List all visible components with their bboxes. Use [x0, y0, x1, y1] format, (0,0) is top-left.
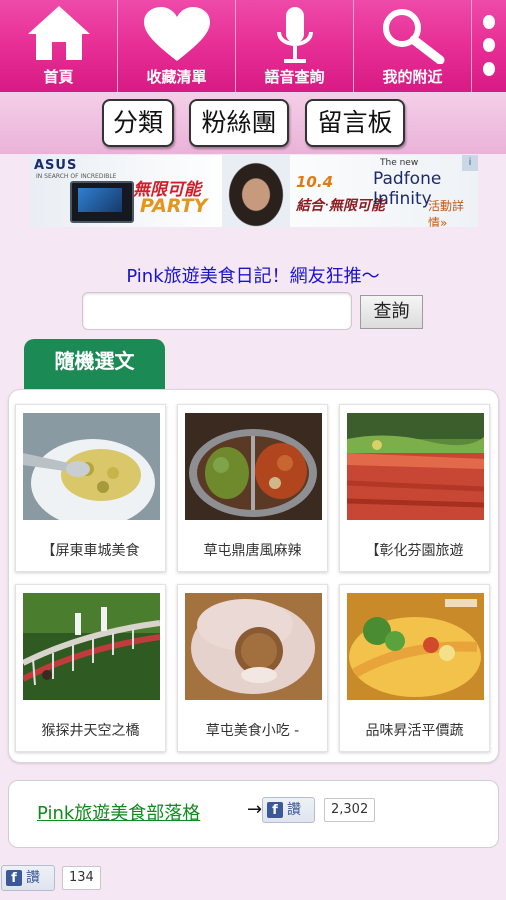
article-card[interactable]: 猴探井天空之橋 — [15, 584, 166, 752]
nav-favorites-label: 收藏清單 — [146, 68, 207, 86]
facebook-like-button[interactable]: f讚 — [262, 797, 315, 823]
nav-voice-search-label: 語音查詢 — [264, 68, 325, 86]
nav-voice-search[interactable]: 語音查詢 — [236, 0, 354, 92]
ad-brand: ASUS — [34, 158, 78, 173]
tab-category[interactable]: 分類 — [102, 99, 174, 147]
facebook-like-button-bottom[interactable]: f讚 — [1, 865, 55, 891]
ad-brand-sub: IN SEARCH OF INCREDIBLE — [36, 173, 117, 180]
nav-home[interactable]: 首頁 — [0, 0, 118, 92]
article-card[interactable]: 【屏東車城美食 — [15, 404, 166, 572]
ad-person-image — [222, 155, 290, 227]
search-icon — [383, 9, 445, 64]
ad-tablet-image — [70, 181, 134, 223]
nav-nearby-label: 我的附近 — [382, 68, 443, 86]
article-thumbnail — [23, 593, 160, 700]
article-thumbnail — [185, 413, 322, 520]
like-count-bottom: 134 — [62, 866, 101, 890]
article-card[interactable]: 草屯鼎唐風麻辣 — [177, 404, 328, 572]
ad-info-icon[interactable]: i — [462, 155, 478, 171]
blog-link[interactable]: Pink旅遊美食部落格 — [37, 799, 200, 825]
facebook-icon: f — [6, 870, 22, 886]
random-articles-tab[interactable]: 隨機選文 — [24, 339, 165, 389]
facebook-icon: f — [267, 802, 283, 818]
like-label: 讚 — [287, 802, 301, 818]
nav-home-label: 首頁 — [43, 68, 74, 86]
microphone-icon — [277, 7, 313, 63]
ad-tagline: 結合‧無限可能 — [296, 198, 385, 214]
tab-bar: 分類 粉絲團 留言板 — [0, 92, 506, 154]
search-input[interactable] — [82, 292, 352, 330]
random-articles-panel: 【屏東車城美食 草屯鼎唐風麻辣 【彰化芬園旅遊 猴探井天空之橋 草屯美食小吃 -… — [8, 389, 499, 763]
top-nav: 首頁 收藏清單 語音查詢 我的附近 — [0, 0, 506, 92]
article-title: 猴探井天空之橋 — [41, 723, 140, 739]
article-card[interactable]: 草屯美食小吃 - — [177, 584, 328, 752]
article-thumbnail — [347, 413, 484, 520]
article-thumbnail — [185, 593, 322, 700]
article-thumbnail — [23, 413, 160, 520]
heart-icon — [144, 7, 210, 61]
article-card[interactable]: 品味昇活平價蔬 — [339, 584, 490, 752]
nav-more-button[interactable] — [472, 0, 506, 92]
blog-footer: Pink旅遊美食部落格 → f讚 2,302 — [8, 780, 499, 848]
home-icon — [28, 6, 90, 60]
article-title: 草屯鼎唐風麻辣 — [203, 543, 302, 559]
site-tagline: Pink旅遊美食日記！網友狂推～ — [126, 266, 380, 287]
ad-party: PARTY — [140, 195, 208, 217]
arrow-icon: → — [247, 799, 263, 820]
search-button[interactable]: 查詢 — [360, 295, 423, 329]
ad-date: 10.4 — [296, 173, 334, 191]
ad-the-new: The new — [380, 158, 419, 168]
ad-cta[interactable]: 活動詳情» — [428, 197, 478, 227]
article-title: 【彰化芬園旅遊 — [365, 543, 464, 559]
article-thumbnail — [347, 593, 484, 700]
article-card[interactable]: 【彰化芬園旅遊 — [339, 404, 490, 572]
tab-message-board[interactable]: 留言板 — [305, 99, 405, 147]
more-vertical-icon — [483, 15, 495, 76]
ad-banner[interactable]: ASUS IN SEARCH OF INCREDIBLE 無限可能 PARTY … — [30, 155, 478, 227]
article-title: 【屏東車城美食 — [41, 543, 140, 559]
article-title: 品味昇活平價蔬 — [365, 723, 464, 739]
article-title: 草屯美食小吃 - — [205, 723, 300, 739]
nav-favorites[interactable]: 收藏清單 — [118, 0, 236, 92]
like-count: 2,302 — [324, 798, 376, 822]
like-label: 讚 — [26, 870, 40, 886]
nav-nearby[interactable]: 我的附近 — [354, 0, 472, 92]
tab-fan-page[interactable]: 粉絲團 — [189, 99, 289, 147]
